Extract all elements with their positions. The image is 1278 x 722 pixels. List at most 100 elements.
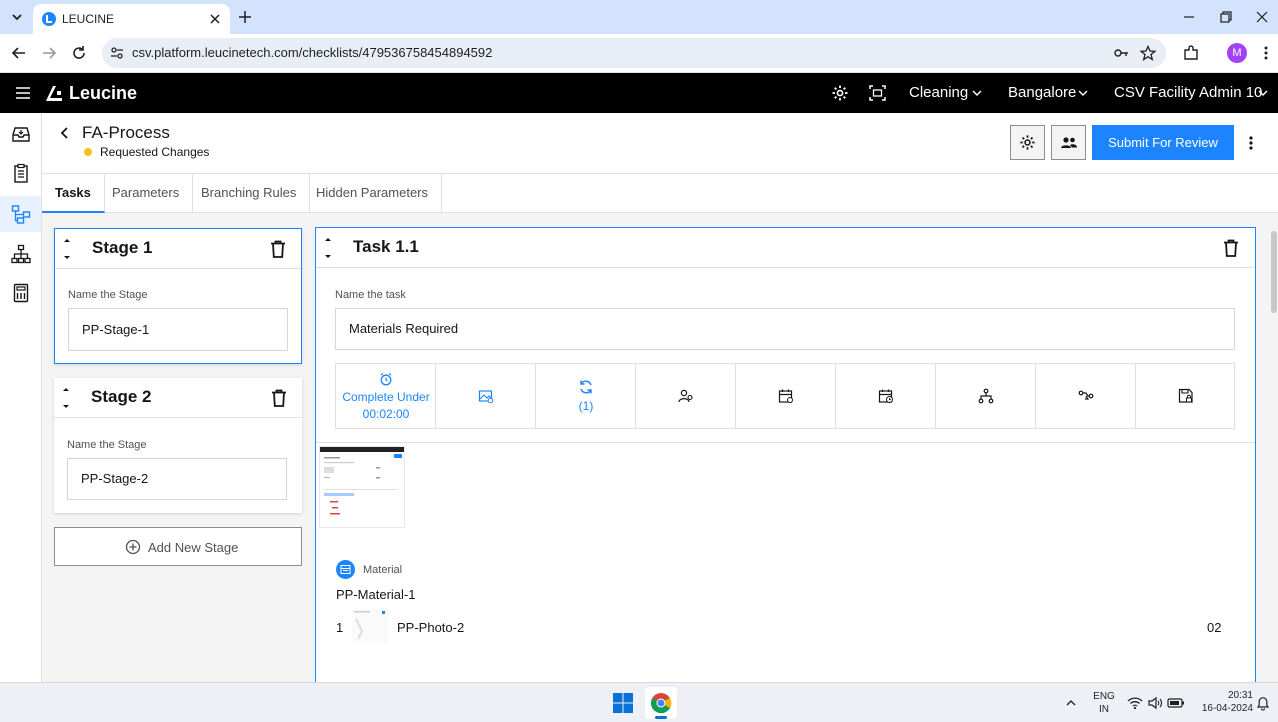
battery-icon[interactable]	[1167, 696, 1185, 710]
rail-inbox-button[interactable]	[11, 124, 31, 144]
task-card-header: Task 1.1	[316, 228, 1255, 268]
settings-button[interactable]	[831, 84, 849, 102]
task-schedule-button[interactable]	[736, 364, 836, 428]
start-button[interactable]	[612, 692, 634, 714]
reload-icon	[73, 46, 85, 59]
image-upload-icon	[478, 390, 494, 404]
media-thumbnail[interactable]	[319, 446, 405, 528]
page-title: FA-Process	[82, 123, 170, 142]
stage-reorder-control[interactable]	[60, 384, 72, 412]
volume-icon[interactable]	[1147, 696, 1163, 710]
task-reorder-control[interactable]	[322, 234, 334, 262]
address-bar[interactable]: csv.platform.leucinetech.com/checklists/…	[102, 38, 1166, 68]
rail-prototypes-button[interactable]	[11, 204, 31, 224]
extensions-button[interactable]	[1182, 44, 1200, 62]
add-new-stage-button[interactable]: Add New Stage	[54, 527, 302, 566]
chrome-icon	[650, 693, 672, 714]
timer-label: Complete Under	[342, 390, 430, 404]
chevron-down-icon	[12, 14, 22, 21]
stage-card[interactable]: Stage 1 Name the Stage PP-Stage-1	[54, 228, 302, 364]
gear-icon	[1020, 135, 1035, 150]
hierarchy-icon	[11, 244, 31, 264]
scrollbar-thumb[interactable]	[1271, 231, 1277, 313]
tab-search-button[interactable]	[7, 7, 27, 27]
stage-name-input[interactable]: PP-Stage-2	[67, 458, 287, 500]
rail-ontology-button[interactable]	[11, 244, 31, 264]
configure-button[interactable]	[1010, 125, 1045, 160]
reload-button[interactable]	[70, 44, 88, 62]
clock[interactable]: 20:31 16-04-2024	[1195, 689, 1253, 717]
tab-tasks[interactable]: Tasks	[42, 174, 105, 213]
rail-checklists-button[interactable]	[11, 163, 31, 183]
tab-parameters[interactable]: Parameters	[99, 174, 194, 213]
region-code: IN	[1099, 704, 1109, 715]
language-indicator[interactable]: ENG IN	[1090, 690, 1118, 718]
show-hidden-icons-button[interactable]	[1064, 696, 1078, 710]
material-icon	[336, 560, 355, 579]
screenshot-thumbnail-image	[320, 447, 404, 515]
material-section-label: Material	[363, 564, 403, 576]
stage-title: Stage 1	[92, 238, 153, 257]
close-window-button[interactable]	[1253, 8, 1271, 26]
delete-task-button[interactable]	[1223, 239, 1239, 257]
forward-button[interactable]	[40, 44, 58, 62]
content-area: Stage 1 Name the Stage PP-Stage-1 Stage …	[42, 213, 1278, 687]
close-tab-button[interactable]	[207, 11, 223, 27]
bookmark-star-icon[interactable]	[1140, 45, 1156, 61]
bell-icon	[1256, 697, 1270, 711]
notifications-button[interactable]	[1256, 695, 1270, 711]
task-branch-button[interactable]	[936, 364, 1036, 428]
browser-tab[interactable]: LEUCINE	[33, 4, 230, 34]
material-photo-thumbnail[interactable]	[352, 609, 388, 643]
back-nav-button[interactable]	[57, 125, 73, 141]
task-assignee-button[interactable]	[636, 364, 736, 428]
submit-for-review-button[interactable]: Submit For Review	[1092, 125, 1234, 160]
kebab-menu-icon	[1249, 136, 1253, 150]
collaborators-button[interactable]	[1051, 125, 1086, 160]
user-name: CSV Facility Admin 10	[1114, 84, 1263, 101]
back-button[interactable]	[10, 44, 28, 62]
user-menu[interactable]: CSV Facility Admin 10	[1114, 73, 1274, 113]
facility-selector[interactable]: Bangalore	[1008, 73, 1090, 113]
task-lock-button[interactable]	[1136, 364, 1236, 428]
material-index: 1	[336, 620, 344, 635]
new-tab-button[interactable]	[236, 8, 254, 26]
site-info-icon[interactable]	[109, 45, 125, 61]
rail-reports-button[interactable]	[11, 283, 31, 303]
password-key-icon[interactable]	[1113, 45, 1129, 61]
delete-stage-button[interactable]	[270, 240, 286, 258]
calculator-icon	[13, 283, 29, 303]
restore-button[interactable]	[1217, 8, 1235, 26]
scan-button[interactable]	[868, 84, 887, 102]
add-new-stage-label: Add New Stage	[148, 540, 239, 555]
profile-avatar[interactable]: M	[1227, 43, 1247, 63]
task-name-input[interactable]: Materials Required	[335, 308, 1235, 350]
task-due-date-button[interactable]	[836, 364, 936, 428]
stage-reorder-control[interactable]	[61, 235, 73, 263]
wifi-icon[interactable]	[1127, 696, 1143, 710]
task-recurrence-button[interactable]: (1)	[536, 364, 636, 428]
trash-icon	[272, 389, 286, 407]
url-text[interactable]: csv.platform.leucinetech.com/checklists/…	[132, 45, 492, 60]
stage-name-input[interactable]: PP-Stage-1	[68, 308, 288, 351]
stage-card[interactable]: Stage 2 Name the Stage PP-Stage-2	[54, 378, 302, 513]
task-timer-button[interactable]: Complete Under 00:02:00	[336, 364, 436, 428]
photo-thumbnail-image	[354, 611, 385, 640]
tab-hidden-parameters[interactable]: Hidden Parameters	[303, 174, 442, 213]
task-interlock-button[interactable]	[1036, 364, 1136, 428]
trash-icon	[1224, 239, 1238, 257]
hamburger-icon	[16, 87, 30, 99]
task-media-button[interactable]	[436, 364, 536, 428]
tab-branching-rules[interactable]: Branching Rules	[188, 174, 311, 213]
stage-name-label: Name the Stage	[67, 439, 147, 451]
chevron-left-icon	[60, 127, 68, 139]
chrome-taskbar-button[interactable]	[645, 687, 677, 719]
kebab-menu-icon	[1264, 46, 1268, 60]
minimize-button[interactable]	[1180, 8, 1198, 26]
more-options-button[interactable]	[1242, 133, 1260, 153]
delete-stage-button[interactable]	[271, 389, 287, 407]
hamburger-menu-button[interactable]	[14, 84, 32, 102]
module-selector[interactable]: Cleaning	[909, 73, 985, 113]
section-divider	[316, 442, 1255, 443]
browser-menu-button[interactable]	[1259, 44, 1273, 62]
